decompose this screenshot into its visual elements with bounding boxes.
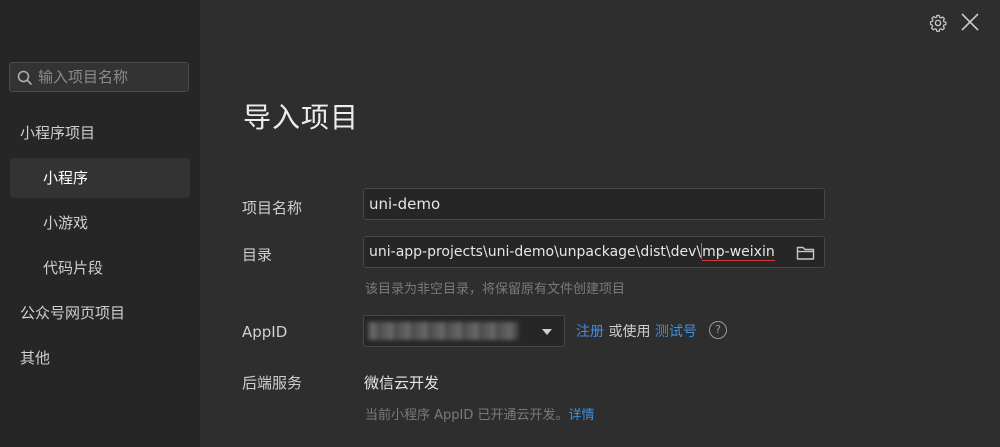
gear-icon[interactable]	[929, 14, 947, 36]
or-use-text: 或使用	[608, 324, 651, 340]
sidebar-item-other[interactable]: 其他	[10, 338, 190, 378]
appid-value-redacted	[368, 322, 518, 340]
backend-service-hint: 当前小程序 AppID 已开通云开发。详情	[365, 404, 595, 423]
page-title: 导入项目	[243, 101, 360, 134]
help-icon[interactable]: ?	[709, 321, 727, 339]
project-name-label: 项目名称	[242, 199, 303, 217]
backend-hint-text: 当前小程序 AppID 已开通云开发。	[365, 408, 569, 423]
directory-path-suffix: mp-weixin	[702, 244, 775, 261]
directory-path-prefix: uni-app-projects\uni-demo\unpackage\dist…	[369, 244, 702, 260]
close-icon[interactable]	[960, 12, 980, 36]
sidebar: 小程序项目 小程序 小游戏 代码片段 公众号网页项目 其他	[0, 0, 200, 447]
appid-select[interactable]	[363, 315, 565, 347]
project-name-field[interactable]	[363, 188, 825, 220]
project-name-input[interactable]	[369, 189, 809, 219]
sidebar-item-miniprogram-projects[interactable]: 小程序项目	[10, 113, 190, 153]
directory-path[interactable]: uni-app-projects\uni-demo\unpackage\dist…	[369, 237, 775, 267]
search-icon	[17, 70, 33, 86]
test-account-link[interactable]: 测试号	[655, 324, 697, 340]
sidebar-item-minigame[interactable]: 小游戏	[10, 203, 190, 243]
directory-hint: 该目录为非空目录，将保留原有文件创建项目	[365, 282, 626, 297]
folder-icon[interactable]	[796, 245, 815, 261]
sidebar-item-official-account-web[interactable]: 公众号网页项目	[10, 293, 190, 333]
appid-actions: 注册 或使用 测试号	[576, 321, 697, 341]
sidebar-item-miniprogram[interactable]: 小程序	[10, 158, 190, 198]
backend-service-label: 后端服务	[242, 374, 303, 392]
search-input[interactable]	[38, 63, 186, 91]
search-box[interactable]	[9, 62, 189, 92]
backend-service-value: 微信云开发	[364, 374, 440, 392]
sidebar-item-code-snippets[interactable]: 代码片段	[10, 248, 190, 288]
details-link[interactable]: 详情	[569, 408, 595, 423]
directory-label: 目录	[242, 246, 273, 264]
register-link[interactable]: 注册	[576, 324, 604, 340]
appid-label: AppID	[242, 323, 288, 341]
chevron-down-icon[interactable]	[542, 329, 552, 335]
directory-field[interactable]: uni-app-projects\uni-demo\unpackage\dist…	[363, 236, 825, 268]
